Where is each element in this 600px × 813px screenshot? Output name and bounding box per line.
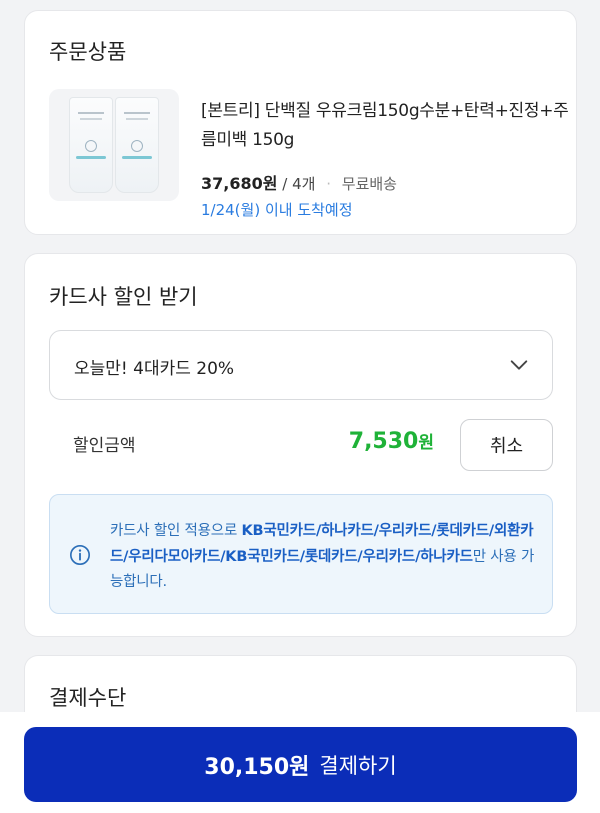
product-price: 37,680원 <box>201 174 278 193</box>
card-discount-title: 카드사 할인 받기 <box>49 285 198 309</box>
product-tube-image <box>69 97 113 193</box>
order-product-card: 주문상품 [본트리] 단백질 우유크림150g수분+탄력+진정+주름미백 150… <box>24 10 577 235</box>
checkout-button[interactable]: 30,150원 결제하기 <box>24 727 577 802</box>
price-line: 37,680원 / 4개 · 무료배송 <box>201 170 397 194</box>
checkout-amount: 30,150원 <box>204 754 310 780</box>
order-section-title: 주문상품 <box>49 40 127 64</box>
shipping-info: 무료배송 <box>341 175 397 193</box>
discount-amount-label: 할인금액 <box>73 436 136 456</box>
chevron-down-icon <box>510 360 528 370</box>
discount-amount: 7,530원 <box>349 428 434 454</box>
card-discount-card: 카드사 할인 받기 오늘만! 4대카드 20% 할인금액 7,530원 취소 카… <box>24 253 577 637</box>
discount-amount-unit: 원 <box>418 433 434 453</box>
payment-section-title: 결제수단 <box>49 686 127 710</box>
discount-amount-value: 7,530 <box>348 429 419 454</box>
product-quantity: / 4개 <box>282 175 316 193</box>
product-tube-image <box>115 97 159 193</box>
info-circle-icon <box>70 545 90 565</box>
discount-notice-text: 카드사 할인 적용으로 KB국민카드/하나카드/우리카드/롯데카드/외환카드/우… <box>110 519 540 596</box>
cancel-discount-button[interactable]: 취소 <box>460 419 553 471</box>
notice-prefix: 카드사 할인 적용으로 <box>110 523 242 539</box>
arrival-estimate: 1/24(월) 이내 도착예정 <box>201 201 353 219</box>
checkout-page: 주문상품 [본트리] 단백질 우유크림150g수분+탄력+진정+주름미백 150… <box>0 0 600 813</box>
discount-notice-box: 카드사 할인 적용으로 KB국민카드/하나카드/우리카드/롯데카드/외환카드/우… <box>49 494 553 614</box>
separator-dot: · <box>326 175 331 193</box>
checkout-bar: 30,150원 결제하기 <box>0 712 600 813</box>
discount-option-select[interactable]: 오늘만! 4대카드 20% <box>49 330 553 400</box>
product-name[interactable]: [본트리] 단백질 우유크림150g수분+탄력+진정+주름미백 150g <box>201 97 576 155</box>
selected-discount-option: 오늘만! 4대카드 20% <box>74 359 235 379</box>
product-thumbnail[interactable] <box>49 89 179 201</box>
checkout-label: 결제하기 <box>319 753 397 778</box>
